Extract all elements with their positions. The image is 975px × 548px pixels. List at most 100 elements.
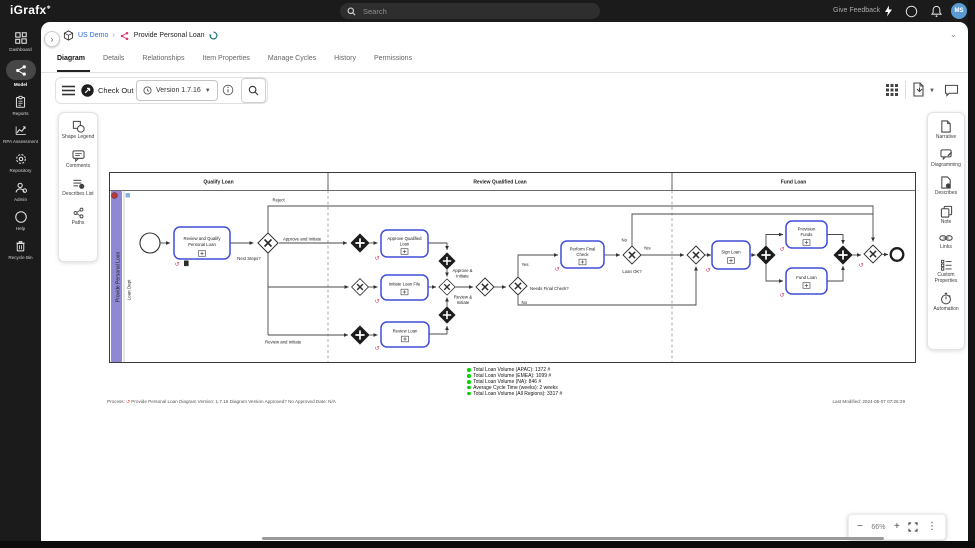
sidebar-item-rpa-assessment[interactable]: RPA Assessment: [0, 124, 41, 144]
tool-shape-legend[interactable]: Shape Legend: [60, 120, 96, 141]
app-window: iGrafx✱ Give Feedback ? MS Dashboard Mod…: [0, 0, 975, 548]
task-fund-loan[interactable]: Fund Loan: [785, 267, 828, 295]
export-document-icon[interactable]: [912, 82, 925, 97]
logo-mark: ✱: [46, 5, 51, 11]
tool-describes-list[interactable]: i Describes List: [60, 178, 96, 198]
phase-fund-loan: Fund Loan: [781, 180, 807, 186]
info-icon[interactable]: [222, 84, 234, 96]
fullscreen-icon[interactable]: [908, 522, 918, 532]
svg-text:↺: ↺: [779, 293, 784, 299]
svg-text:↺: ↺: [858, 263, 863, 269]
sidebar-item-model[interactable]: Model: [0, 60, 41, 87]
user-avatar[interactable]: MS: [951, 3, 967, 19]
horizontal-scrollbar-thumb[interactable]: [262, 537, 884, 540]
task-perform-final-check[interactable]: Perform Final Check: [560, 240, 605, 269]
tool-links[interactable]: Links: [928, 233, 964, 251]
diagram-stats: Total Loan Volume (APAC): 1372 # Total L…: [467, 367, 562, 397]
admin-user-icon: [15, 182, 27, 193]
tool-note[interactable]: Note: [928, 205, 964, 226]
stat-row: Total Loan Volume (All Regions): 3317 #: [467, 391, 562, 397]
diagram-search-button[interactable]: [241, 78, 266, 103]
svg-text:Review Loan: Review Loan: [393, 329, 418, 334]
tab-diagram[interactable]: Diagram: [57, 55, 85, 62]
give-feedback-link[interactable]: Give Feedback: [833, 7, 880, 14]
task-approve-qualified-loan[interactable]: Approve Qualified Loan: [380, 229, 429, 258]
task-review-loan[interactable]: Review Loan: [380, 321, 430, 348]
more-options-kebab-icon[interactable]: ⋮: [927, 522, 937, 532]
label-needs-final-check: Needs Final Check?: [530, 286, 569, 291]
tab-history[interactable]: History: [334, 55, 356, 62]
tab-item-properties[interactable]: Item Properties: [202, 55, 249, 62]
sidebar-item-help[interactable]: ? Help: [0, 210, 41, 231]
sidebar-item-recycle-bin[interactable]: Recycle Bin: [0, 239, 41, 260]
tool-automation[interactable]: Automation: [928, 292, 964, 313]
right-tool-panel: Narrative Diagramming i Describes Note L…: [927, 112, 965, 350]
stat-dot-icon: [467, 385, 471, 390]
help-icon[interactable]: ?: [905, 5, 918, 18]
tab-permissions[interactable]: Permissions: [374, 55, 412, 62]
diagramming-icon: [939, 149, 952, 160]
link-icon: [939, 235, 953, 242]
comment-bubble-icon[interactable]: [944, 84, 959, 97]
top-bar: iGrafx✱ Give Feedback ? MS: [0, 0, 975, 22]
global-search[interactable]: [340, 3, 600, 19]
svg-text:Approve Qualified: Approve Qualified: [387, 236, 422, 241]
tab-relationships[interactable]: Relationships: [142, 55, 184, 62]
lane-label: Loan Dept: [127, 279, 132, 301]
tab-manage-cycles[interactable]: Manage Cycles: [268, 55, 316, 62]
pool-annotation-icon[interactable]: [111, 192, 118, 199]
notifications-bell-icon[interactable]: [930, 5, 943, 18]
sidebar-item-admin[interactable]: Admin: [0, 181, 41, 202]
diagram-footer-right: Last Modified: 2024-05-07 07:26:29: [832, 399, 905, 404]
hamburger-menu-icon[interactable]: [62, 85, 75, 96]
tool-diagramming[interactable]: Diagramming: [928, 149, 964, 169]
check-out-icon: [81, 84, 94, 97]
phase-qualify-loan: Qualify Loan: [203, 180, 233, 186]
version-dropdown[interactable]: Version 1.7.16 ▼: [136, 80, 218, 101]
zoom-in-button[interactable]: +: [894, 522, 900, 532]
shapes-icon: [72, 120, 85, 133]
breadcrumb-current: Provide Personal Loan: [133, 32, 205, 39]
tool-narrative[interactable]: Narrative: [928, 120, 964, 141]
zoom-out-button[interactable]: −: [857, 522, 863, 532]
breadcrumb-root-link[interactable]: US Demo: [78, 32, 108, 39]
task-sign-loan[interactable]: Sign Loan: [711, 240, 751, 270]
start-event[interactable]: [139, 232, 161, 254]
pool-label: Provide Personal Loan: [116, 251, 122, 302]
tool-paths[interactable]: Paths: [60, 207, 96, 227]
svg-text:↺: ↺: [554, 267, 559, 273]
label-yes-check: Yes: [522, 262, 529, 267]
export-chevron-icon[interactable]: ▼: [929, 88, 935, 94]
collapse-panel-chevron-icon[interactable]: ⌄: [950, 30, 957, 39]
check-out-button[interactable]: Check Out: [81, 84, 133, 97]
diagram-footer-left: Process: ↺ Provide Personal Loan Diagram…: [107, 399, 336, 404]
task-review-and-qualify-personal-loan[interactable]: Review and Qualify Personal Loan: [173, 226, 231, 260]
tab-details[interactable]: Details: [103, 55, 124, 62]
search-icon: [248, 85, 259, 96]
list-info-icon: i: [72, 179, 84, 190]
paths-share-icon: [73, 207, 83, 219]
process-share-icon: [120, 31, 128, 40]
search-input[interactable]: [361, 5, 561, 17]
left-tool-panel: Shape Legend Comments i Describes List P…: [58, 112, 98, 262]
tool-describes[interactable]: i Describes: [928, 176, 964, 197]
tool-comments[interactable]: Comments: [60, 150, 96, 170]
lane-annotation-icon[interactable]: [125, 193, 131, 198]
tool-custom-properties[interactable]: Custom Properties: [928, 259, 964, 284]
svg-text:i: i: [81, 184, 82, 189]
sidebar-item-dashboard[interactable]: Dashboard: [0, 31, 41, 52]
svg-text:Initiate: Initiate: [457, 300, 470, 305]
grid-view-icon[interactable]: [885, 83, 899, 97]
sidebar-item-reports[interactable]: Reports: [0, 95, 41, 116]
active-tab-underline: [57, 70, 90, 72]
sidebar-item-repository[interactable]: Repository: [0, 152, 41, 173]
lightning-icon[interactable]: [883, 5, 894, 17]
automation-timer-icon: [941, 292, 951, 305]
bpmn-diagram-canvas[interactable]: Qualify Loan Review Qualified Loan Fund …: [108, 170, 918, 368]
end-event[interactable]: [889, 247, 905, 262]
svg-text:Initiate: Initiate: [456, 274, 469, 279]
task-provision-funds[interactable]: Provision Funds: [785, 220, 828, 249]
subprocess-marker-icon: [198, 250, 206, 257]
task-initiate-loan-file[interactable]: Initiate Loan File: [380, 274, 429, 301]
panel-collapse-button[interactable]: ›: [44, 31, 60, 47]
